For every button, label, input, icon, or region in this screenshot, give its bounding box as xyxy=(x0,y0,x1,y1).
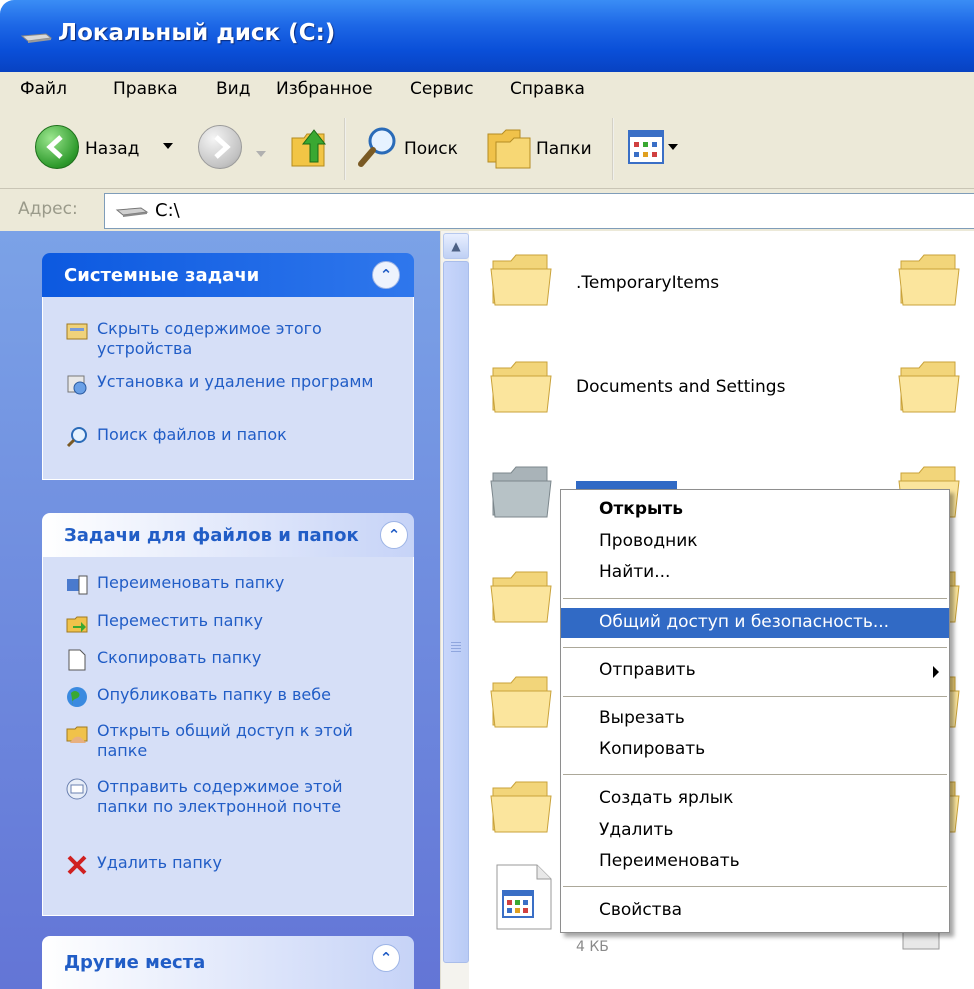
file-tasks-body: Переименовать папку Переместить папку Ск… xyxy=(42,557,414,916)
other-places-title: Другие места xyxy=(64,952,206,973)
ctx-rename[interactable]: Переименовать xyxy=(561,847,949,877)
ctx-delete[interactable]: Удалить xyxy=(561,816,949,846)
selected-folder-icon[interactable] xyxy=(489,463,553,519)
file-icon[interactable] xyxy=(493,863,553,931)
other-places-header[interactable]: Другие места ⌃ xyxy=(42,936,414,989)
menu-file[interactable]: Файл xyxy=(20,79,67,99)
back-button[interactable]: Назад xyxy=(35,108,185,188)
folder-icon[interactable] xyxy=(489,778,553,834)
folders-label: Папки xyxy=(536,139,592,159)
back-label: Назад xyxy=(85,139,140,159)
rename-icon xyxy=(67,575,88,595)
collapse-icon[interactable]: ⌃ xyxy=(372,944,400,972)
delete-icon xyxy=(67,855,87,875)
share-folder-icon xyxy=(66,726,88,743)
up-folder-button[interactable] xyxy=(288,124,332,170)
copy-icon xyxy=(68,649,86,671)
toolbar: Назад Поиск Папки xyxy=(0,108,974,189)
address-input[interactable]: C:\ xyxy=(104,193,974,229)
task-label: Поиск файлов и папок xyxy=(97,425,287,444)
views-dropdown-icon xyxy=(668,144,678,150)
forward-arrow-icon xyxy=(214,135,231,159)
system-tasks-panel: Системные задачи ⌃ Скрыть содержимое это… xyxy=(42,253,414,480)
other-places-panel: Другие места ⌃ xyxy=(42,936,414,989)
file-tasks-header[interactable]: Задачи для файлов и папок ⌃ xyxy=(42,513,414,557)
task-label: Опубликовать папку в вебе xyxy=(97,685,331,704)
scroll-up-icon[interactable]: ▲ xyxy=(443,233,469,259)
ctx-find[interactable]: Найти... xyxy=(561,558,949,588)
title-bar[interactable]: Локальный диск (C:) xyxy=(0,0,974,72)
menu-help[interactable]: Справка xyxy=(510,79,585,99)
folders-icon xyxy=(487,129,531,169)
folder-icon[interactable] xyxy=(489,251,553,307)
ctx-cut[interactable]: Вырезать xyxy=(561,704,949,734)
ctx-open[interactable]: Открыть xyxy=(561,495,949,525)
task-label: Переместить папку xyxy=(97,611,263,630)
search-label: Поиск xyxy=(404,139,458,159)
ctx-explorer[interactable]: Проводник xyxy=(561,527,949,557)
ctx-properties[interactable]: Свойства xyxy=(561,896,949,926)
collapse-icon[interactable]: ⌃ xyxy=(380,521,408,549)
system-tasks-title: Системные задачи xyxy=(64,265,260,286)
task-label: Скрыть содержимое этого устройства xyxy=(97,319,322,358)
add-remove-programs-icon xyxy=(67,375,87,395)
collapse-icon[interactable]: ⌃ xyxy=(372,261,400,289)
views-button[interactable] xyxy=(628,130,692,170)
back-arrow-icon xyxy=(35,125,79,169)
task-label: Отправить содержимое этой папки по элект… xyxy=(97,777,343,816)
vertical-scrollbar[interactable]: ▲ xyxy=(440,231,469,989)
task-label: Переименовать папку xyxy=(97,573,285,592)
task-label: Установка и удаление программ xyxy=(97,372,374,391)
ctx-send-to[interactable]: Отправить xyxy=(561,656,949,686)
file-name[interactable]: Documents and Settings xyxy=(576,377,785,397)
task-label: Удалить папку xyxy=(97,853,222,872)
scroll-thumb[interactable] xyxy=(443,261,469,963)
file-tasks-title: Задачи для файлов и папок xyxy=(64,525,359,546)
system-tasks-body: Скрыть содержимое этого устройства Устан… xyxy=(42,297,414,480)
folder-icon[interactable] xyxy=(489,568,553,624)
email-icon xyxy=(66,778,88,800)
search-icon xyxy=(66,427,87,448)
address-bar: Адрес: C:\ xyxy=(0,189,974,232)
folder-icon[interactable] xyxy=(489,358,553,414)
context-menu: Открыть Проводник Найти... Общий доступ … xyxy=(560,489,950,933)
ctx-copy[interactable]: Копировать xyxy=(561,735,949,765)
search-button[interactable]: Поиск xyxy=(356,108,476,188)
folders-button[interactable]: Папки xyxy=(486,108,606,188)
system-tasks-header[interactable]: Системные задачи ⌃ xyxy=(42,253,414,297)
drive-icon xyxy=(20,33,52,43)
hide-drive-icon xyxy=(66,323,88,340)
ctx-create-shortcut[interactable]: Создать ярлык xyxy=(561,784,949,814)
globe-icon xyxy=(67,687,87,707)
task-label: Открыть общий доступ к этой папке xyxy=(97,721,353,760)
menu-tools[interactable]: Сервис xyxy=(410,79,474,99)
search-icon xyxy=(358,127,396,167)
address-value: C:\ xyxy=(155,200,180,221)
menu-view[interactable]: Вид xyxy=(216,79,250,99)
menu-bar: Файл Правка Вид Избранное Сервис Справка xyxy=(0,72,974,109)
folder-icon[interactable] xyxy=(897,358,961,414)
address-label: Адрес: xyxy=(18,199,78,219)
task-pane: Системные задачи ⌃ Скрыть содержимое это… xyxy=(0,231,440,989)
folder-icon[interactable] xyxy=(897,251,961,307)
submenu-arrow-icon xyxy=(933,666,939,678)
file-tasks-panel: Задачи для файлов и папок ⌃ Переименоват… xyxy=(42,513,414,916)
folder-icon[interactable] xyxy=(489,673,553,729)
drive-icon xyxy=(115,207,149,217)
forward-dropdown-icon xyxy=(256,151,266,157)
forward-button[interactable] xyxy=(198,125,242,169)
task-label: Скопировать папку xyxy=(97,648,262,667)
menu-favorites[interactable]: Избранное xyxy=(276,79,373,99)
back-dropdown-icon xyxy=(163,143,173,149)
move-icon xyxy=(66,616,88,633)
ctx-sharing-security[interactable]: Общий доступ и безопасность... xyxy=(561,608,949,638)
views-icon xyxy=(628,130,664,164)
file-size: 4 КБ xyxy=(576,939,609,955)
menu-edit[interactable]: Правка xyxy=(113,79,178,99)
file-name[interactable]: .TemporaryItems xyxy=(576,273,719,293)
window-title: Локальный диск (C:) xyxy=(58,20,336,46)
